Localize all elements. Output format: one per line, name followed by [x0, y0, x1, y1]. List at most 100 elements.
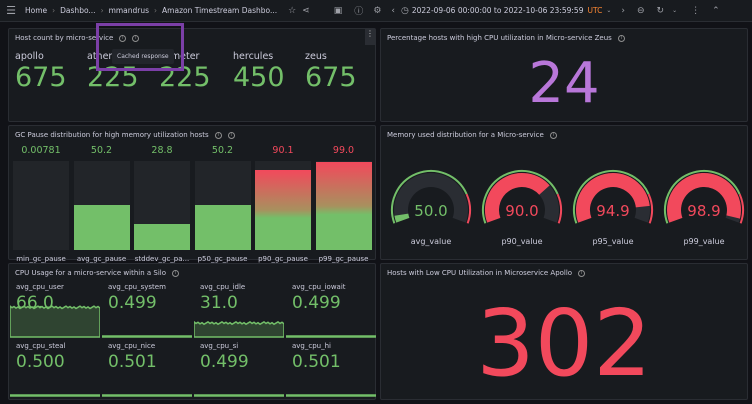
- clock-icon: ◷: [401, 6, 409, 16]
- host-stat-apollo: apollo675: [15, 51, 67, 93]
- bar-fill: [74, 205, 130, 250]
- info-icon[interactable]: i: [618, 35, 625, 42]
- gauge-label: avg_value: [389, 237, 473, 246]
- settings-icon[interactable]: ⚙: [373, 6, 381, 16]
- panel-memory-distribution: Memory used distribution for a Micro-ser…: [380, 125, 748, 260]
- refresh-icon[interactable]: ↻: [657, 6, 665, 16]
- gauge-value: 94.9: [571, 202, 655, 220]
- info-icon[interactable]: i: [172, 270, 179, 277]
- stat-label: hercules: [233, 51, 285, 62]
- breadcrumb-separator: ›: [101, 6, 104, 15]
- gauge-label: p95_value: [571, 237, 655, 246]
- cpu-stat-label: avg_cpu_idle: [200, 283, 245, 291]
- info-icon[interactable]: ⓘ: [354, 4, 363, 17]
- panel-title: Memory used distribution for a Micro-ser…: [387, 131, 544, 139]
- bar-min_gc_pause: 0.00781min_gc_pause: [13, 161, 69, 250]
- sparkline-area: [286, 336, 376, 337]
- bar-label: avg_gc_pause: [74, 255, 130, 263]
- cpu-stat-avg_cpu_iowait: avg_cpu_iowait 0.499: [286, 280, 377, 338]
- info-icon[interactable]: i: [215, 132, 222, 139]
- sparkline-area: [102, 336, 192, 337]
- cpu-stat-value: 0.499: [292, 293, 341, 313]
- breadcrumb-separator: ›: [52, 6, 55, 15]
- collapse-icon[interactable]: ⌃: [712, 6, 720, 16]
- cpu-stat-value: 0.499: [108, 293, 157, 313]
- menu-icon[interactable]: ☰: [0, 4, 22, 17]
- cpu-stat-value: 66.0: [16, 293, 54, 313]
- panel-host-count: Host count by micro-serviceii ⋮ apollo67…: [8, 28, 376, 122]
- bar-value: 90.1: [255, 145, 311, 156]
- chevron-down-icon[interactable]: ⌄: [606, 7, 611, 14]
- bar-p50_gc_pause: 50.2p50_gc_pause: [195, 161, 251, 250]
- cpu-stat-label: avg_cpu_nice: [108, 342, 155, 350]
- host-stat-hercules: hercules450: [233, 51, 285, 93]
- stat-value: 675: [15, 62, 67, 93]
- zoom-out-icon[interactable]: ⊖: [637, 6, 645, 16]
- gauge-p99_value: 98.9 p99_value: [662, 168, 746, 258]
- panel-zeus-high-cpu: Percentage hosts with high CPU utilizati…: [380, 28, 748, 122]
- sparkline-area: [194, 395, 284, 396]
- save-icon[interactable]: ▣: [334, 6, 343, 16]
- bar-value: 99.0: [316, 145, 372, 156]
- panel-title: CPU Usage for a micro-service within a S…: [15, 269, 166, 277]
- sparkline-area: [102, 395, 192, 396]
- more-icon[interactable]: ⋮: [691, 6, 700, 16]
- gauge-p90_value: 90.0p90_value: [480, 168, 564, 258]
- breadcrumb-separator: ›: [154, 6, 157, 15]
- info-icon[interactable]: i: [550, 132, 557, 139]
- host-stat-zeus: zeus675: [305, 51, 357, 93]
- cached-response-icon[interactable]: i: [228, 132, 235, 139]
- cpu-stat-label: avg_cpu_steal: [16, 342, 66, 350]
- breadcrumb-folder[interactable]: mmandrus: [109, 6, 149, 15]
- stat-value: 675: [305, 62, 357, 93]
- bar-fill: [316, 162, 372, 250]
- stat-value: 302: [381, 290, 747, 397]
- bar-label: p99_gc_pause: [316, 255, 372, 263]
- gauge-value: 98.9: [662, 202, 746, 220]
- panel-title: Hosts with Low CPU Utilization in Micros…: [387, 269, 572, 277]
- cpu-stat-avg_cpu_user: avg_cpu_user 66.0: [10, 280, 101, 338]
- stat-value: 24: [381, 51, 747, 116]
- top-navbar: ☰ Home › Dashbo... › mmandrus › Amazon Time…: [0, 0, 752, 22]
- panel-title: GC Pause distribution for high memory ut…: [15, 131, 209, 139]
- star-icon[interactable]: ☆: [288, 6, 296, 16]
- gauge-label: p99_value: [662, 237, 746, 246]
- cpu-stat-value: 0.501: [292, 352, 341, 372]
- bar-avg_gc_pause: 50.2avg_gc_pause: [74, 161, 130, 250]
- breadcrumb-dashboards[interactable]: Dashbo...: [60, 6, 95, 15]
- time-forward-icon[interactable]: ›: [621, 6, 625, 16]
- time-back-icon[interactable]: ‹: [391, 6, 395, 16]
- cpu-stat-label: avg_cpu_user: [16, 283, 64, 291]
- cpu-stat-label: avg_cpu_si: [200, 342, 238, 350]
- cpu-stat-avg_cpu_si: avg_cpu_si 0.499: [194, 339, 285, 397]
- refresh-interval-chevron-icon[interactable]: ⌄: [672, 7, 677, 14]
- panel-cpu-usage: CPU Usage for a micro-service within a S…: [8, 263, 376, 400]
- breadcrumb-home[interactable]: Home: [25, 6, 47, 15]
- bar-value: 50.2: [74, 145, 130, 156]
- stat-label: apollo: [15, 51, 67, 62]
- share-icon[interactable]: ⋖: [302, 6, 310, 16]
- bar-p90_gc_pause: 90.1p90_gc_pause: [255, 161, 311, 250]
- info-icon[interactable]: i: [578, 270, 585, 277]
- time-range-picker[interactable]: 2022-09-06 00:00:00 to 2022-10-06 23:59:…: [412, 6, 584, 15]
- cpu-stat-avg_cpu_steal: avg_cpu_steal0.500: [10, 339, 101, 397]
- timezone[interactable]: UTC: [587, 6, 602, 15]
- bar-value: 50.2: [195, 145, 251, 156]
- bar-label: stddev_gc_pa...: [134, 255, 190, 263]
- cpu-stat-value: 31.0: [200, 293, 238, 313]
- cpu-stat-value: 0.499: [200, 352, 249, 372]
- bar-label: p50_gc_pause: [195, 255, 251, 263]
- bar-value: 0.00781: [13, 145, 69, 156]
- cpu-stat-label: avg_cpu_hi: [292, 342, 331, 350]
- panel-menu-icon[interactable]: ⋮: [365, 29, 375, 45]
- cpu-stat-label: avg_cpu_system: [108, 283, 166, 291]
- cpu-stat-avg_cpu_hi: avg_cpu_hi 0.501: [286, 339, 377, 397]
- gauge-p95_value: 94.9 p95_value: [571, 168, 655, 258]
- panel-title: Percentage hosts with high CPU utilizati…: [387, 34, 612, 42]
- sparkline-area: [286, 395, 376, 396]
- highlight-box: [96, 23, 184, 71]
- cpu-stat-avg_cpu_system: avg_cpu_system 0.499: [102, 280, 193, 338]
- breadcrumb-dashboard[interactable]: Amazon Timestream Dashbo...: [162, 6, 277, 15]
- cpu-stat-label: avg_cpu_iowait: [292, 283, 346, 291]
- sparkline-area: [10, 395, 100, 396]
